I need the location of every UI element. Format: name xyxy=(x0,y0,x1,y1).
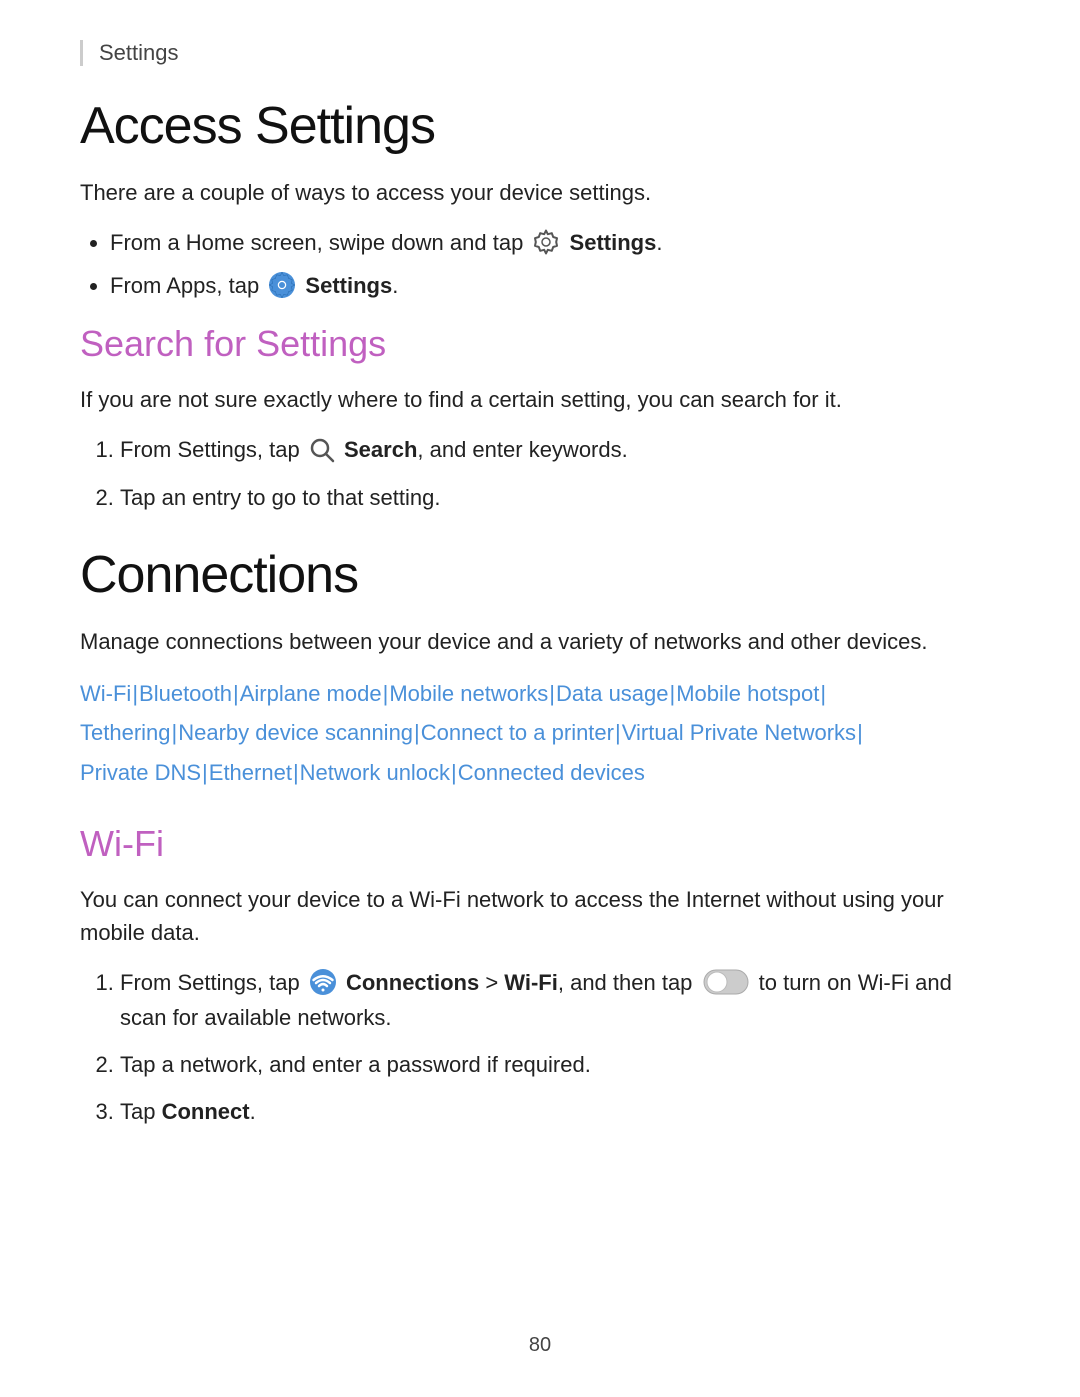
separator: | xyxy=(451,760,457,785)
step-2-text: Tap an entry to go to that setting. xyxy=(120,485,440,510)
separator: | xyxy=(233,681,239,706)
access-settings-title: Access Settings xyxy=(80,96,1000,156)
access-settings-bullets: From a Home screen, swipe down and tap S… xyxy=(110,225,1000,303)
bullet-punct-2: . xyxy=(392,273,398,298)
separator: | xyxy=(172,720,178,745)
wifi-steps: From Settings, tap Connections > Wi-Fi, … xyxy=(120,965,1000,1130)
link-network-unlock[interactable]: Network unlock xyxy=(300,760,450,785)
step-1-text: From Settings, tap xyxy=(120,437,300,462)
wifi-step-1-wifi: Wi-Fi xyxy=(504,970,558,995)
list-item: Tap a network, and enter a password if r… xyxy=(120,1047,1000,1082)
list-item: Tap an entry to go to that setting. xyxy=(120,480,1000,515)
separator: | xyxy=(820,681,826,706)
list-item: From Settings, tap Connections > Wi-Fi, … xyxy=(120,965,1000,1035)
wifi-step-3-connect: Connect xyxy=(162,1099,250,1124)
wifi-step-3-prefix: Tap xyxy=(120,1099,162,1124)
wifi-step-2-text: Tap a network, and enter a password if r… xyxy=(120,1052,591,1077)
bullet-text-1: From a Home screen, swipe down and tap xyxy=(110,230,529,255)
connections-links: Wi-Fi|Bluetooth|Airplane mode|Mobile net… xyxy=(80,674,1000,793)
connections-icon xyxy=(309,968,337,996)
gear-icon xyxy=(532,228,560,256)
link-wifi[interactable]: Wi-Fi xyxy=(80,681,131,706)
separator: | xyxy=(132,681,138,706)
separator: | xyxy=(670,681,676,706)
link-mobile-networks[interactable]: Mobile networks xyxy=(389,681,548,706)
page-number: 80 xyxy=(0,1334,1080,1357)
link-virtual-private-networks[interactable]: Virtual Private Networks xyxy=(622,720,856,745)
wifi-step-1-comma: , and then tap xyxy=(558,970,699,995)
link-connected-devices[interactable]: Connected devices xyxy=(458,760,645,785)
list-item: From Settings, tap Search, and enter key… xyxy=(120,432,1000,467)
search-icon xyxy=(309,437,335,463)
breadcrumb: Settings xyxy=(80,40,1000,66)
toggle-icon xyxy=(703,969,749,995)
bullet-text-2: From Apps, tap xyxy=(110,273,265,298)
separator: | xyxy=(293,760,299,785)
step-1-suffix: , and enter keywords. xyxy=(417,437,627,462)
separator: | xyxy=(383,681,389,706)
search-settings-intro: If you are not sure exactly where to fin… xyxy=(80,383,1000,416)
wifi-title: Wi-Fi xyxy=(80,823,1000,865)
connections-intro: Manage connections between your device a… xyxy=(80,625,1000,658)
bullet-bold-2: Settings xyxy=(305,273,392,298)
wifi-step-1-connections: Connections xyxy=(346,970,479,995)
apps-settings-icon xyxy=(268,271,296,299)
wifi-step-1-prefix: From Settings, tap xyxy=(120,970,306,995)
list-item: From Apps, tap Settings. xyxy=(110,268,1000,303)
wifi-step-3-suffix: . xyxy=(250,1099,256,1124)
bullet-punct-1: . xyxy=(656,230,662,255)
access-settings-intro: There are a couple of ways to access you… xyxy=(80,176,1000,209)
separator: | xyxy=(414,720,420,745)
separator: | xyxy=(615,720,621,745)
link-tethering[interactable]: Tethering xyxy=(80,720,171,745)
connections-title: Connections xyxy=(80,545,1000,605)
wifi-step-1-arrow: > xyxy=(479,970,504,995)
link-airplane-mode[interactable]: Airplane mode xyxy=(240,681,382,706)
separator: | xyxy=(857,720,863,745)
list-item: From a Home screen, swipe down and tap S… xyxy=(110,225,1000,260)
separator: | xyxy=(549,681,555,706)
link-ethernet[interactable]: Ethernet xyxy=(209,760,292,785)
search-settings-title: Search for Settings xyxy=(80,323,1000,365)
link-bluetooth[interactable]: Bluetooth xyxy=(139,681,232,706)
step-1-bold: Search xyxy=(344,437,417,462)
search-settings-steps: From Settings, tap Search, and enter key… xyxy=(120,432,1000,514)
list-item: Tap Connect. xyxy=(120,1094,1000,1129)
bullet-bold-1: Settings xyxy=(570,230,657,255)
link-mobile-hotspot[interactable]: Mobile hotspot xyxy=(676,681,819,706)
separator: | xyxy=(202,760,208,785)
link-data-usage[interactable]: Data usage xyxy=(556,681,669,706)
link-connect-to-printer[interactable]: Connect to a printer xyxy=(421,720,614,745)
link-private-dns[interactable]: Private DNS xyxy=(80,760,201,785)
link-nearby-device-scanning[interactable]: Nearby device scanning xyxy=(178,720,413,745)
wifi-intro: You can connect your device to a Wi-Fi n… xyxy=(80,883,1000,949)
